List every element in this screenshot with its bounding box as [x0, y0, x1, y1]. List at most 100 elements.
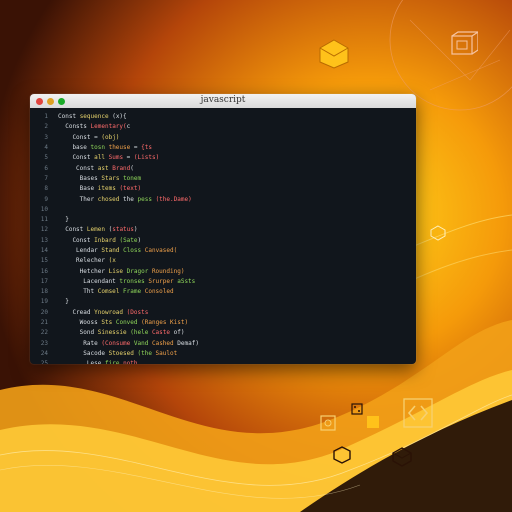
line-number: 23 — [40, 339, 48, 347]
code-token: Caste — [148, 329, 171, 337]
line-number: 6 — [44, 164, 48, 172]
box-icon — [392, 447, 412, 467]
code-token: Lise — [104, 267, 124, 275]
code-text: Lacendant tronses Srurper aSsts — [58, 277, 416, 287]
code-text: Ther chosed the pess (the.Dame) — [58, 195, 416, 205]
code-line[interactable]: 13 Const Inbard (Sate) — [30, 236, 416, 246]
code-token: Sond — [58, 329, 95, 337]
window-title: javascript — [200, 95, 246, 105]
code-token: noth — [123, 360, 138, 364]
code-token: (Ranges Kist) — [137, 319, 189, 327]
code-token: (obj) — [97, 133, 120, 141]
code-line[interactable]: 4 base tosn theuse = {ts — [30, 143, 416, 153]
code-line[interactable]: 6 Const ast Brand( — [30, 163, 416, 173]
line-number: 11 — [40, 216, 48, 224]
code-token: of) — [170, 329, 185, 337]
window-titlebar[interactable]: javascript — [30, 94, 416, 108]
cube-icon — [319, 39, 349, 69]
gear-icon — [320, 415, 336, 431]
code-token: Const — [58, 133, 91, 141]
code-token: (x — [104, 257, 116, 265]
code-token: Sts — [101, 319, 113, 327]
code-token: ) — [133, 226, 138, 234]
code-token: fire — [104, 360, 120, 364]
code-line[interactable]: 16 Hetcher Lise Dragor Rounding) — [30, 266, 416, 276]
code-token: Const — [58, 113, 77, 121]
code-text: Sond Sinessie (hele Caste of) — [58, 328, 416, 338]
code-text: Const Inbard (Sate) — [58, 236, 416, 246]
code-text: Hetcher Lise Dragor Rounding) — [58, 267, 416, 277]
maximize-button[interactable] — [58, 97, 65, 105]
code-brackets-icon[interactable] — [402, 397, 434, 429]
code-line[interactable]: 20 Cread Ynowroad (Dosts — [30, 308, 416, 318]
code-line[interactable]: 11 } — [30, 215, 416, 225]
code-token: base — [58, 144, 87, 152]
code-text: Relecher (x — [58, 256, 416, 266]
code-line[interactable]: 3 Const = (obj) — [30, 133, 416, 143]
code-token: Lendar — [58, 247, 98, 254]
code-line[interactable]: 23 Rate (Consume Vand Cashed Demaf) — [30, 339, 416, 349]
code-line[interactable]: 22 Sond Sinessie (hele Caste of) — [30, 328, 416, 338]
code-text: Cread Ynowroad (Dosts — [58, 308, 416, 318]
line-number: 19 — [40, 298, 48, 306]
close-button[interactable] — [36, 97, 43, 105]
line-number: 25 — [40, 360, 48, 364]
line-number: 13 — [40, 236, 48, 244]
line-number: 7 — [44, 174, 48, 182]
code-line[interactable]: 8 Base items (text) — [30, 184, 416, 194]
line-number: 9 — [44, 195, 48, 203]
code-line[interactable]: 21 Wooss Sts Conved (Ranges Kist) — [30, 318, 416, 328]
code-token: Brand — [112, 164, 131, 172]
code-token: Conved — [115, 319, 138, 327]
code-line[interactable]: 15 Relecher (x — [30, 256, 416, 266]
code-token: aSsts — [173, 277, 196, 285]
code-line[interactable]: 10 — [30, 205, 416, 215]
code-token: Frame — [119, 288, 142, 296]
code-line[interactable]: 5 Const all Sums = (Lists) — [30, 153, 416, 163]
code-token: Ther — [58, 195, 95, 203]
code-token: Sinessie — [94, 329, 127, 337]
cube-icon — [367, 416, 379, 428]
code-token: Cashed — [148, 339, 174, 347]
code-line[interactable]: 17 Lacendant tronses Srurper aSsts — [30, 277, 416, 287]
code-line[interactable]: 24 Sacode Stoesed (the Saulot — [30, 349, 416, 359]
code-token: c — [126, 123, 131, 131]
minimize-button[interactable] — [47, 97, 54, 105]
code-token: Comsel — [94, 288, 120, 296]
line-number: 22 — [40, 329, 48, 337]
code-token: Consoled — [141, 288, 174, 296]
code-token: Relecher — [58, 257, 105, 265]
code-editor-area[interactable]: 1 Const sequence (x){2 Consts Lementary(c… — [30, 108, 416, 364]
code-line[interactable]: 1 Const sequence (x){ — [30, 112, 416, 122]
code-text: Const ast Brand( — [58, 164, 416, 174]
code-line[interactable]: 2 Consts Lementary(c — [30, 122, 416, 132]
code-token: status — [112, 226, 134, 234]
code-line[interactable]: 9 Ther chosed the pess (the.Dame) — [30, 194, 416, 204]
code-token: Const — [58, 164, 95, 172]
code-token: Stoesed — [104, 349, 134, 357]
code-line[interactable]: 19 } — [30, 297, 416, 307]
code-text: Tht Comsel Frame Consoled — [58, 287, 416, 297]
code-text: Lendar Stand Closs Canvased( — [58, 246, 416, 256]
code-token: } — [58, 298, 69, 306]
code-token: Inbard — [94, 236, 116, 244]
code-token: Sacode — [58, 349, 105, 357]
code-token: Closs — [123, 247, 142, 254]
line-number: 15 — [40, 257, 48, 265]
code-text: Rate (Consume Vand Cashed Demaf) — [58, 339, 416, 349]
code-line[interactable]: 25 Lese fire noth — [30, 359, 416, 364]
code-editor-window[interactable]: javascript 1 Const sequence (x){2 Consts … — [30, 94, 416, 364]
code-line[interactable]: 14 Lendar Stand Closs Canvased( — [30, 246, 416, 256]
code-token: (Dosts — [126, 308, 149, 316]
code-token: (text) — [119, 185, 142, 193]
code-token: (Sate — [119, 236, 138, 244]
code-token: (the.Dame) — [155, 195, 192, 203]
code-text: Const Lemen (status) — [58, 225, 416, 235]
code-text: Const all Sums = (Lists) — [58, 153, 416, 163]
code-line[interactable]: 12 Const Lemen (status) — [30, 225, 416, 235]
code-text: Const sequence (x){ — [58, 112, 416, 122]
code-token: {ts — [141, 144, 152, 152]
code-line[interactable]: 18 Tht Comsel Frame Consoled — [30, 287, 416, 297]
code-line[interactable]: 7 Bases Stars tonem — [30, 174, 416, 184]
code-token: Const — [58, 226, 84, 234]
